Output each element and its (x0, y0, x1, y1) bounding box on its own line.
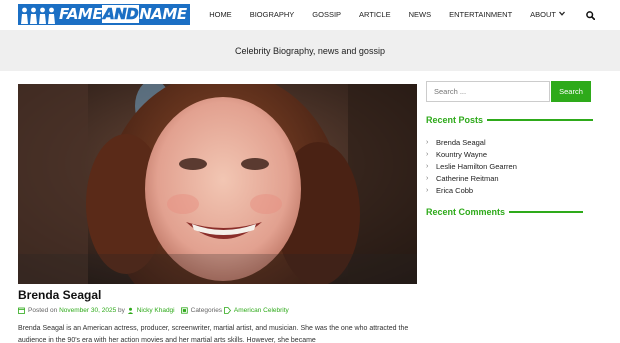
featured-image[interactable] (18, 84, 417, 284)
nav-about-label: ABOUT (530, 10, 556, 19)
list-item[interactable]: › Catherine Reitman (426, 173, 517, 185)
folder-icon (180, 307, 188, 314)
logo-wordmark: FAMEANDNAME (58, 4, 190, 25)
logo-word-fame: FAME (59, 5, 103, 23)
user-icon (127, 307, 134, 314)
site-logo[interactable]: FAMEANDNAME (18, 3, 190, 26)
list-item[interactable]: › Kountry Wayne (426, 149, 517, 161)
recent-comments-title: Recent Comments (426, 207, 506, 217)
nav-article[interactable]: ARTICLE (359, 0, 391, 30)
featured-photo (18, 84, 417, 284)
recent-post-link[interactable]: Leslie Hamilton Gearren (436, 161, 517, 173)
chevron-right-icon: › (426, 175, 429, 182)
main-nav: HOME BIOGRAPHY GOSSIP ARTICLE NEWS ENTER… (209, 0, 620, 30)
recent-post-link[interactable]: Erica Cobb (436, 185, 473, 197)
search-icon[interactable] (583, 8, 597, 22)
categories-label: Categories (190, 307, 223, 314)
recent-posts-heading: Recent Posts (426, 115, 594, 125)
post-excerpt: Brenda Seagal is an American actress, pr… (18, 325, 409, 343)
list-item[interactable]: › Brenda Seagal (426, 137, 517, 149)
recent-post-link[interactable]: Kountry Wayne (436, 149, 487, 161)
post-category-link[interactable]: American Celebrity (234, 307, 289, 314)
post-meta: Posted on November 30, 2025 by Nicky Kha… (18, 307, 289, 314)
chevron-right-icon: › (426, 139, 429, 146)
nav-entertainment[interactable]: ENTERTAINMENT (449, 0, 512, 30)
recent-comments-heading: Recent Comments (426, 207, 584, 217)
recent-post-link[interactable]: Catherine Reitman (436, 173, 499, 185)
heading-underline (509, 211, 584, 213)
posted-on-label: Posted on (28, 307, 58, 314)
recent-posts-title: Recent Posts (426, 115, 484, 125)
nav-about[interactable]: ABOUT (530, 0, 565, 30)
chevron-right-icon: › (426, 163, 429, 170)
tag-icon (223, 307, 231, 314)
post-date-link[interactable]: November 30, 2025 (59, 307, 116, 314)
site-tagline: Celebrity Biography, news and gossip (235, 45, 385, 56)
tagline-banner: Celebrity Biography, news and gossip (0, 30, 620, 71)
sidebar-search-button[interactable]: Search (551, 81, 591, 102)
site-header: FAMEANDNAME HOME BIOGRAPHY GOSSIP ARTICL… (0, 0, 620, 30)
nav-gossip[interactable]: GOSSIP (312, 0, 341, 30)
calendar-icon (18, 307, 25, 314)
sidebar-search-input[interactable] (426, 81, 550, 102)
chevron-right-icon: › (426, 187, 429, 194)
logo-figures-icon (18, 4, 58, 25)
recent-post-link[interactable]: Brenda Seagal (436, 137, 486, 149)
nav-home[interactable]: HOME (209, 0, 232, 30)
heading-underline (487, 119, 594, 121)
post-title[interactable]: Brenda Seagal (18, 288, 101, 302)
nav-news[interactable]: NEWS (409, 0, 432, 30)
chevron-down-icon (559, 0, 565, 30)
by-label: by (118, 307, 125, 314)
post-author-link[interactable]: Nicky Khadgi (137, 307, 175, 314)
nav-biography[interactable]: BIOGRAPHY (250, 0, 295, 30)
logo-word-name: NAME (139, 5, 187, 23)
list-item[interactable]: › Erica Cobb (426, 185, 517, 197)
chevron-right-icon: › (426, 151, 429, 158)
list-item[interactable]: › Leslie Hamilton Gearren (426, 161, 517, 173)
logo-word-and: AND (102, 5, 140, 23)
recent-posts-list: › Brenda Seagal › Kountry Wayne › Leslie Ha… (426, 137, 517, 197)
